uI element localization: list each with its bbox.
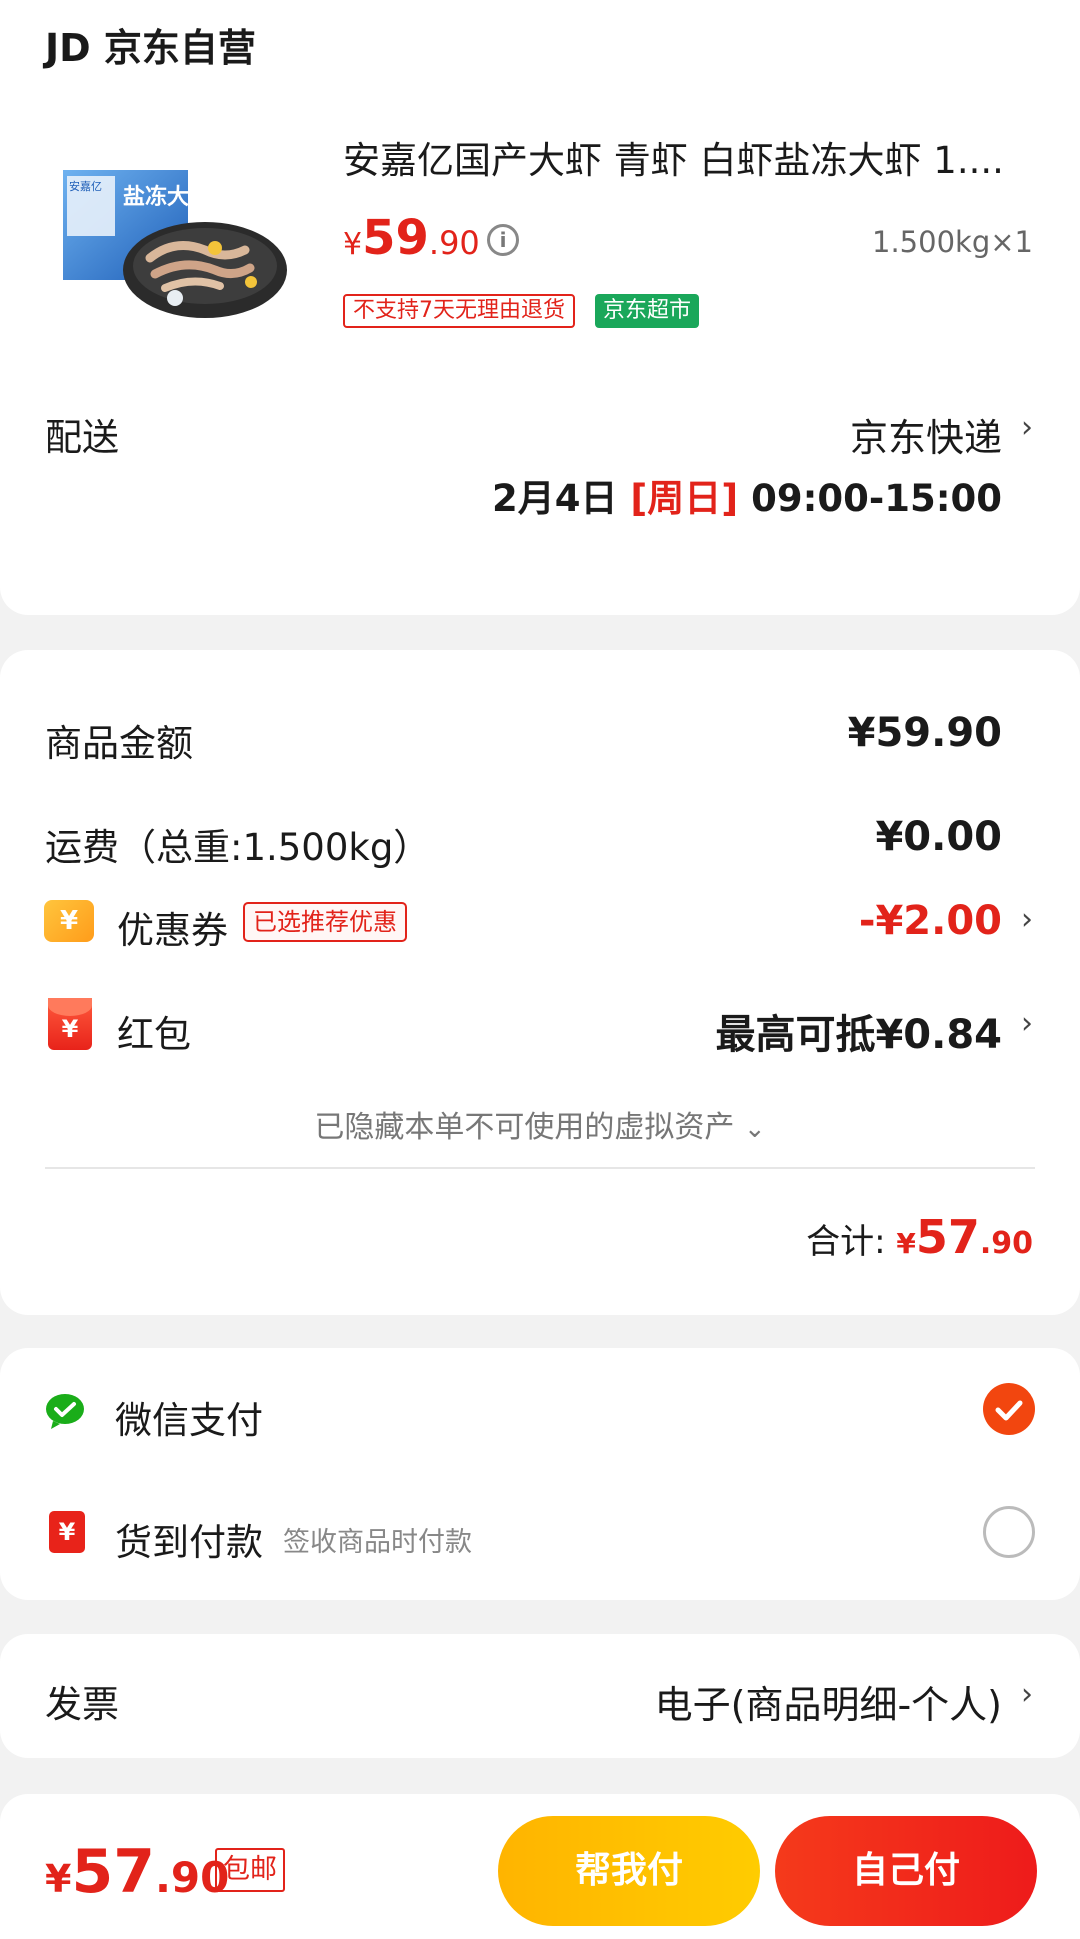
red-packet-value[interactable]: 最高可抵¥0.84 <box>715 1002 1002 1060</box>
delivery-weekday: [周日] <box>630 477 739 520</box>
free-shipping-badge: 包邮 <box>215 1848 285 1892</box>
price-decimal: .90 <box>428 224 480 262</box>
product-image[interactable]: 安嘉亿 盐冻大虾 <box>55 140 290 330</box>
price-currency: ¥ <box>343 227 363 262</box>
chevron-right-icon[interactable]: › <box>1021 902 1033 937</box>
chevron-right-icon[interactable]: › <box>1021 1006 1033 1041</box>
total-integer: 57 <box>915 1210 980 1264</box>
invoice-value[interactable]: 电子(商品明细-个人) <box>655 1674 1002 1729</box>
self-pay-button[interactable]: 自己付 <box>775 1816 1037 1926</box>
wechat-pay-label[interactable]: 微信支付 <box>115 1390 263 1444</box>
chevron-right-icon[interactable]: › <box>1021 1677 1033 1712</box>
payment-card: 微信支付 ¥ 货到付款 签收商品时付款 <box>0 1348 1080 1600</box>
jd-supermarket-badge: 京东超市 <box>595 294 700 328</box>
coupon-value[interactable]: -¥2.00 <box>859 898 1002 944</box>
shop-name[interactable]: JD 京东自营 <box>45 17 256 72</box>
delivery-time-window: 09:00-15:00 <box>738 477 1002 520</box>
price-integer: 59 <box>362 210 429 266</box>
product-card: JD 京东自营 安嘉亿 盐冻大虾 安嘉亿国产大虾 青虾 白虾盐冻大虾 1....… <box>0 0 1080 615</box>
help-pay-button[interactable]: 帮我付 <box>498 1816 760 1926</box>
shipping-fee-value: ¥0.00 <box>875 814 1002 860</box>
checkout-currency: ¥ <box>45 1857 72 1901</box>
cash-on-delivery-radio[interactable] <box>983 1506 1035 1558</box>
hidden-assets-text: 已隐藏本单不可使用的虚拟资产 <box>314 1110 735 1145</box>
divider <box>45 1167 1035 1169</box>
checkout-bar: ¥57.90 包邮 帮我付 自己付 <box>0 1794 1080 1939</box>
wechat-pay-selected-checkbox[interactable] <box>983 1383 1035 1435</box>
checkout-price-integer: 57 <box>71 1837 155 1907</box>
coupon-label[interactable]: 优惠券 <box>117 900 228 954</box>
product-quantity: 1.500kg×1 <box>872 225 1033 259</box>
hidden-assets-toggle[interactable]: 已隐藏本单不可使用的虚拟资产 ⌄ <box>0 1102 1080 1146</box>
chevron-right-icon[interactable]: › <box>1021 410 1033 445</box>
wechat-pay-icon <box>45 1391 89 1431</box>
total-label: 合计: <box>806 1222 897 1262</box>
cash-on-delivery-label[interactable]: 货到付款 <box>115 1512 263 1566</box>
check-icon <box>995 1400 1023 1421</box>
coupon-icon: ¥ <box>44 900 94 942</box>
product-title[interactable]: 安嘉亿国产大虾 青虾 白虾盐冻大虾 1.... <box>343 130 1033 184</box>
goods-amount-label: 商品金额 <box>45 722 193 765</box>
chevron-down-icon: ⌄ <box>743 1114 766 1144</box>
coupon-recommended-badge: 已选推荐优惠 <box>243 902 407 942</box>
product-price: ¥59.90 <box>343 210 480 266</box>
delivery-time[interactable]: 2月4日 [周日] 09:00-15:00 <box>492 468 1002 522</box>
cash-on-delivery-icon: ¥ <box>49 1511 85 1553</box>
checkout-price: ¥57.90 <box>45 1837 229 1907</box>
info-icon[interactable]: i <box>487 224 519 256</box>
delivery-date: 2月4日 <box>492 477 631 520</box>
no-return-badge: 不支持7天无理由退货 <box>343 294 575 328</box>
goods-amount-value: ¥59.90 <box>847 710 1002 756</box>
red-packet-icon: ¥ <box>48 998 92 1050</box>
total-decimal: .90 <box>979 1226 1033 1261</box>
total-amount: 合计: ¥57.90 <box>806 1210 1033 1264</box>
price-summary-card: 商品金额 ¥59.90 运费（总重:1.500kg） ¥0.00 ¥ 优惠券 已… <box>0 650 1080 1315</box>
cash-on-delivery-description: 签收商品时付款 <box>283 1527 472 1558</box>
invoice-label: 发票 <box>45 1683 119 1726</box>
svg-text:盐冻大虾: 盐冻大虾 <box>123 184 211 210</box>
delivery-method[interactable]: 京东快递 <box>850 407 1002 462</box>
svg-text:安嘉亿: 安嘉亿 <box>69 179 102 193</box>
red-packet-label[interactable]: 红包 <box>117 1004 191 1058</box>
total-currency: ¥ <box>896 1227 916 1260</box>
shipping-fee-label: 运费（总重:1.500kg） <box>45 826 431 869</box>
invoice-card[interactable]: 发票 电子(商品明细-个人) › <box>0 1634 1080 1758</box>
delivery-label: 配送 <box>45 416 119 459</box>
